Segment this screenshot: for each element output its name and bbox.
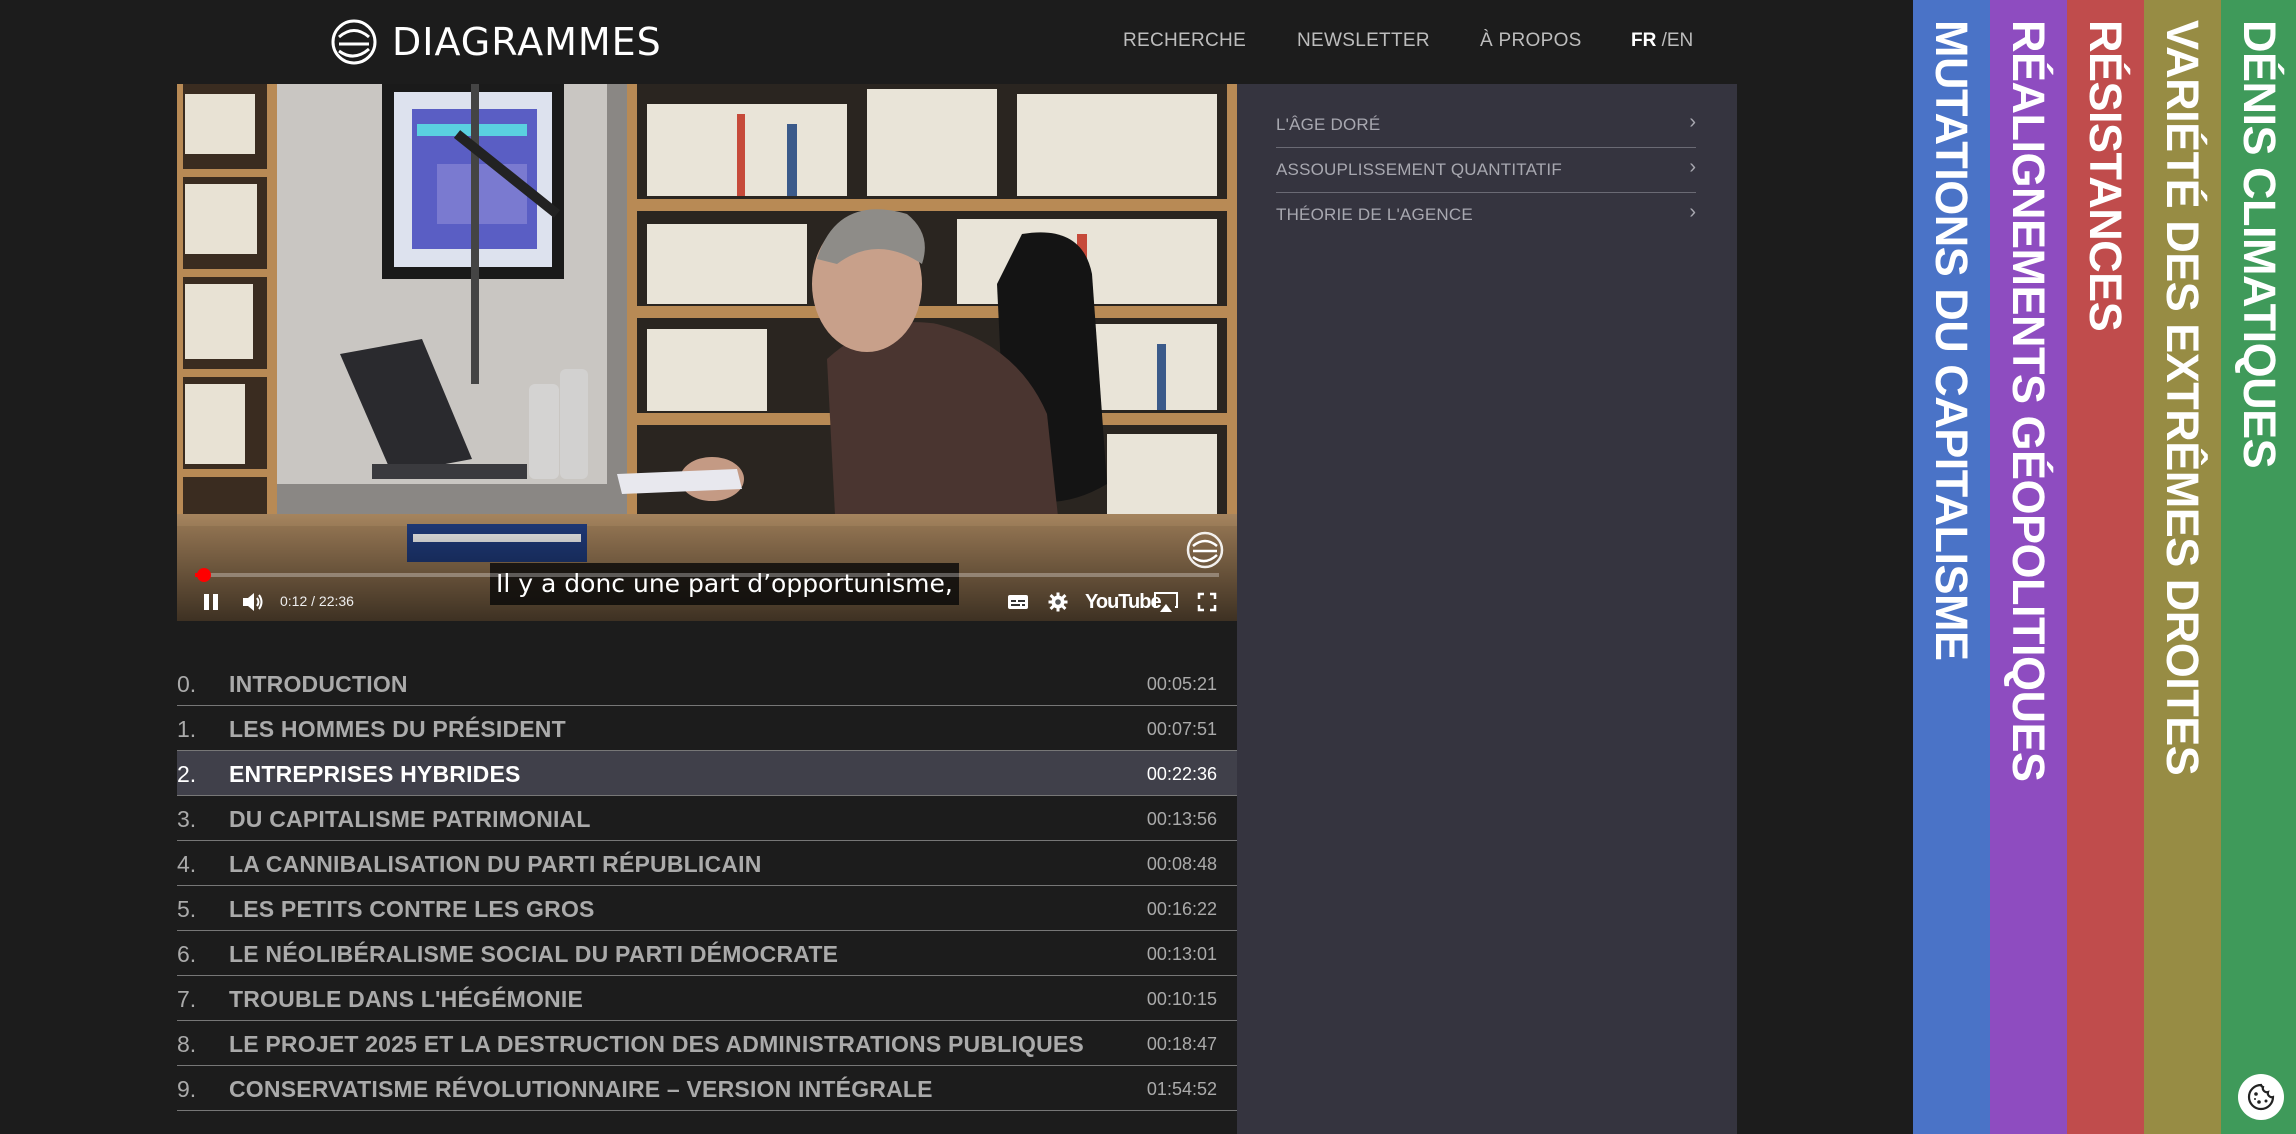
chapter-duration: 00:13:01 [1146,944,1217,964]
lang-en-link[interactable]: /EN [1662,30,1694,51]
video-frame [177,84,1237,621]
chapter-number: 5. [177,896,197,922]
video-subtitle: Il y a donc une part d’opportunisme, [490,563,959,605]
chapter-duration: 00:10:15 [1146,989,1217,1009]
chapter-duration: 01:54:52 [1146,1079,1217,1099]
chevron-right-icon: › [1689,201,1696,223]
lang-fr-link[interactable]: FR [1631,30,1656,51]
logo-text: DIAGRAMMES [392,20,662,64]
chevron-right-icon: › [1689,111,1696,133]
channel-watermark-icon[interactable] [1186,531,1224,569]
chapter-duration: 00:08:48 [1146,854,1217,874]
volume-icon [243,593,263,611]
chapter-number: 3. [177,806,197,832]
video-player[interactable]: Il y a donc une part d’opportunisme, 0:1… [177,84,1237,621]
nav-link-recherche[interactable]: RECHERCHE [1123,30,1246,52]
chapter-duration: 00:07:51 [1146,719,1217,739]
chapter-title: LES HOMMES DU PRÉSIDENT [229,716,566,742]
chapter-title: LES PETITS CONTRE LES GROS [229,896,595,922]
airplay-button[interactable] [1152,590,1180,614]
panel-item-label: L'ÂGE DORÉ [1276,115,1381,134]
chapter-title: ENTREPRISES HYBRIDES [229,761,521,787]
chapter-title: LE PROJET 2025 ET LA DESTRUCTION DES ADM… [229,1031,1084,1057]
chapter-row[interactable]: 7. TROUBLE DANS L'HÉGÉMONIE 00:10:15 [177,976,1237,1021]
airplay-icon [1154,592,1178,612]
chapter-title: LA CANNIBALISATION DU PARTI RÉPUBLICAIN [229,851,762,877]
chapter-number: 0. [177,671,197,697]
chapter-duration: 00:18:47 [1146,1034,1217,1054]
chapter-row[interactable]: 1. LES HOMMES DU PRÉSIDENT 00:07:51 [177,706,1237,751]
volume-button[interactable] [240,590,266,614]
site-header: DIAGRAMMES RECHERCHE NEWSLETTER À PROPOS… [0,0,1912,84]
chapter-row[interactable]: 9. CONSERVATISME RÉVOLUTIONNAIRE – VERSIO… [177,1066,1237,1111]
fullscreen-icon [1197,592,1217,612]
chapter-title: INTRODUCTION [229,671,408,697]
panel-item-label: ASSOUPLISSEMENT QUANTITATIF [1276,160,1562,179]
settings-button[interactable] [1046,590,1070,614]
category-tab-resistances[interactable]: RÉSISTANCES [2067,0,2144,1134]
category-tab-label: RÉALIGNEMENTS GÉOPOLITIQUES [2003,20,2054,782]
chapter-row[interactable]: 2. ENTREPRISES HYBRIDES 00:22:36 [177,751,1237,796]
logo-icon [331,19,377,65]
category-tab-label: RÉSISTANCES [2080,20,2131,332]
pause-icon [204,594,218,610]
youtube-link[interactable]: YouTube [1085,590,1162,614]
video-time-display: 0:12 / 22:36 [280,593,354,609]
chapter-title: LE NÉOLIBÉRALISME SOCIAL DU PARTI DÉMOCR… [229,941,839,967]
cookie-icon [2247,1083,2275,1111]
nav-link-a-propos[interactable]: À PROPOS [1480,30,1582,52]
chapter-row[interactable]: 4. LA CANNIBALISATION DU PARTI RÉPUBLICAI… [177,841,1237,886]
category-tab-mutations-du-capitalisme[interactable]: MUTATIONS DU CAPITALISME [1913,0,1990,1134]
chapter-title: DU CAPITALISME PATRIMONIAL [229,806,591,832]
chapter-title: TROUBLE DANS L'HÉGÉMONIE [229,986,584,1012]
category-tab-variete-des-extremes-droites[interactable]: VARIÉTÉ DES EXTRÊMES DROITES [2144,0,2221,1134]
chapter-row[interactable]: 5. LES PETITS CONTRE LES GROS 00:16:22 [177,886,1237,931]
chapter-row[interactable]: 0. INTRODUCTION 00:05:21 [177,661,1237,706]
chapter-row[interactable]: 6. LE NÉOLIBÉRALISME SOCIAL DU PARTI DÉMO… [177,931,1237,976]
chapter-number: 8. [177,1031,197,1057]
chapter-number: 4. [177,851,197,877]
settings-icon [1048,592,1068,612]
chapter-duration: 00:05:21 [1146,674,1217,694]
chapter-title: CONSERVATISME RÉVOLUTIONNAIRE – VERSION … [229,1076,933,1102]
language-switcher: FR /EN [1631,30,1693,52]
panel-item-theorie-agence[interactable]: THÉORIE DE L'AGENCE › [1276,193,1696,238]
chapter-duration: 00:13:56 [1146,809,1217,829]
site-logo[interactable]: DIAGRAMMES [330,18,662,66]
category-tab-label: MUTATIONS DU CAPITALISME [1926,20,1977,661]
nav-link-newsletter[interactable]: NEWSLETTER [1297,30,1430,52]
subtitles-button[interactable] [1006,590,1030,614]
category-tab-denis-climatiques[interactable]: DÉNIS CLIMATIQUES [2221,0,2296,1134]
chapter-number: 9. [177,1076,197,1102]
pause-button[interactable] [199,590,223,614]
subtitles-icon [1008,595,1028,609]
chapter-row[interactable]: 3. DU CAPITALISME PATRIMONIAL 00:13:56 [177,796,1237,841]
chapter-number: 7. [177,986,197,1012]
category-tab-label: VARIÉTÉ DES EXTRÊMES DROITES [2157,20,2208,776]
related-topics-panel: L'ÂGE DORÉ › ASSOUPLISSEMENT QUANTITATIF… [1237,84,1737,1134]
fullscreen-button[interactable] [1195,590,1219,614]
chapter-duration: 00:16:22 [1146,899,1217,919]
chapter-row[interactable]: 8. LE PROJET 2025 ET LA DESTRUCTION DES A… [177,1021,1237,1066]
chapter-duration: 00:22:36 [1146,764,1217,784]
chapter-number: 1. [177,716,197,742]
category-tab-realignements-geopolitiques[interactable]: RÉALIGNEMENTS GÉOPOLITIQUES [1990,0,2067,1134]
chevron-right-icon: › [1689,156,1696,178]
category-tab-label: DÉNIS CLIMATIQUES [2234,20,2285,469]
cookie-settings-button[interactable] [2238,1074,2284,1120]
chapter-list: 0. INTRODUCTION 00:05:21 1. LES HOMMES DU PR… [177,661,1237,1111]
video-progress-bar[interactable] [195,568,1219,582]
panel-item-label: THÉORIE DE L'AGENCE [1276,205,1473,224]
chapter-number: 6. [177,941,197,967]
chapter-number: 2. [177,761,197,787]
panel-item-age-dore[interactable]: L'ÂGE DORÉ › [1276,103,1696,148]
panel-item-assouplissement-quantitatif[interactable]: ASSOUPLISSEMENT QUANTITATIF › [1276,148,1696,193]
